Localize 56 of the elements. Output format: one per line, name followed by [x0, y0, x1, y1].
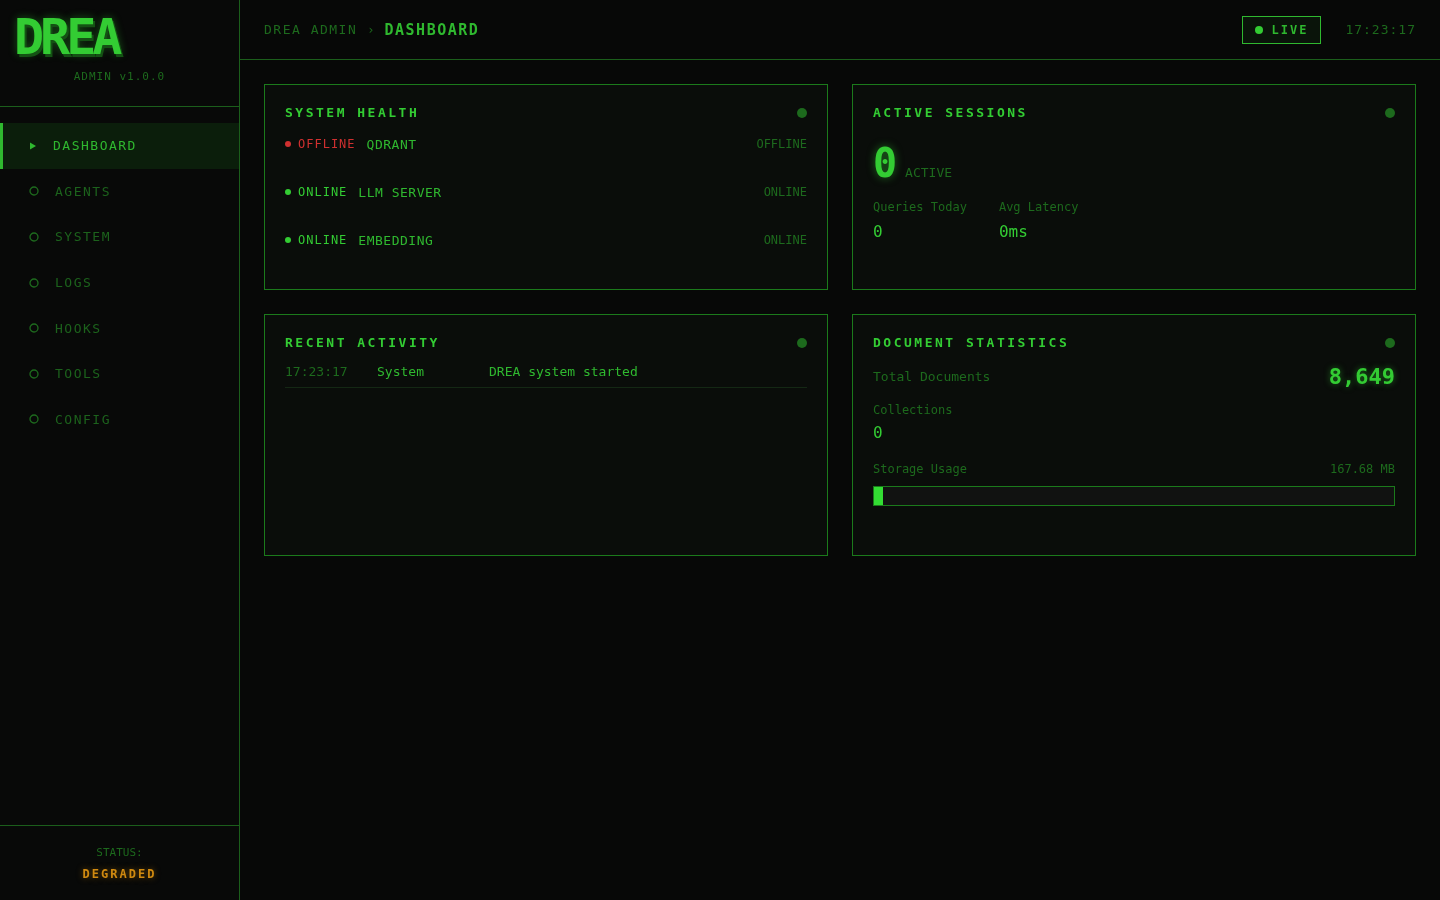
play-icon: [29, 141, 37, 150]
page-title: DASHBOARD: [384, 20, 480, 39]
circle-icon: [29, 323, 39, 334]
breadcrumb-separator: ›: [367, 22, 375, 37]
service-name: EMBEDDING: [358, 232, 434, 248]
activity-message: DREA system started: [489, 364, 638, 379]
card-title: RECENT ACTIVITY: [285, 335, 440, 350]
card-title: DOCUMENT STATISTICS: [873, 335, 1070, 350]
circle-icon: [29, 232, 39, 242]
storage-value: 167.68 MB: [1329, 462, 1395, 476]
live-dot-icon: [1255, 25, 1264, 34]
stat-value: 0ms: [998, 222, 1028, 241]
card-title: ACTIVE SESSIONS: [873, 105, 1028, 120]
nav-item[interactable]: AGENTS: [0, 168, 239, 215]
logo: DREA: [14, 12, 119, 62]
total-documents-value: 8,649: [1328, 364, 1395, 389]
activity-time: 17:23:17: [285, 364, 349, 379]
status-dot-icon: [797, 337, 807, 348]
live-badge: LIVE: [1242, 15, 1322, 44]
service-status: OFFLINE: [298, 137, 356, 151]
nav-item[interactable]: LOGS: [0, 259, 239, 306]
nav-item[interactable]: TOOLS: [0, 350, 239, 397]
breadcrumb-link[interactable]: DREA ADMIN: [264, 22, 358, 37]
stat-label: Collections: [873, 403, 953, 417]
status-value: DEGRADED: [82, 866, 157, 881]
stat-label: Avg Latency: [998, 200, 1079, 214]
service-name: LLM SERVER: [358, 184, 442, 200]
circle-icon: [29, 414, 39, 425]
nav-item[interactable]: HOOKS: [0, 305, 239, 351]
service-status: ONLINE: [298, 185, 348, 199]
clock: 17:23:17: [1345, 22, 1416, 37]
count-label: ACTIVE: [905, 165, 953, 180]
service-state: ONLINE: [763, 233, 807, 247]
activity-source: System: [377, 364, 425, 379]
stat-value: 0: [873, 423, 883, 442]
card-title: SYSTEM HEALTH: [285, 105, 420, 120]
nav-item[interactable]: SYSTEM: [0, 214, 239, 260]
service-status: ONLINE: [298, 233, 348, 247]
circle-icon: [29, 368, 39, 379]
circle-icon: [29, 277, 39, 288]
circle-icon: [29, 186, 39, 197]
service-name: QDRANT: [366, 136, 417, 152]
nav-item[interactable]: DASHBOARD: [0, 123, 239, 169]
stat-value: 0: [873, 222, 883, 241]
stat-label: Storage Usage: [873, 462, 967, 476]
service-state: OFFLINE: [756, 137, 807, 151]
session-count: 0: [873, 140, 898, 186]
status-label: STATUS:: [96, 845, 143, 859]
status-dot-icon: [1385, 107, 1395, 118]
stat-label: Total Documents: [873, 369, 991, 384]
version-label: ADMIN v1.0.0: [73, 70, 166, 83]
stat-label: Queries Today: [873, 200, 967, 214]
status-dot-icon: [797, 107, 807, 118]
status-dot-icon: [1385, 337, 1395, 348]
service-state: ONLINE: [763, 185, 807, 199]
nav-item[interactable]: CONFIG: [0, 396, 239, 443]
